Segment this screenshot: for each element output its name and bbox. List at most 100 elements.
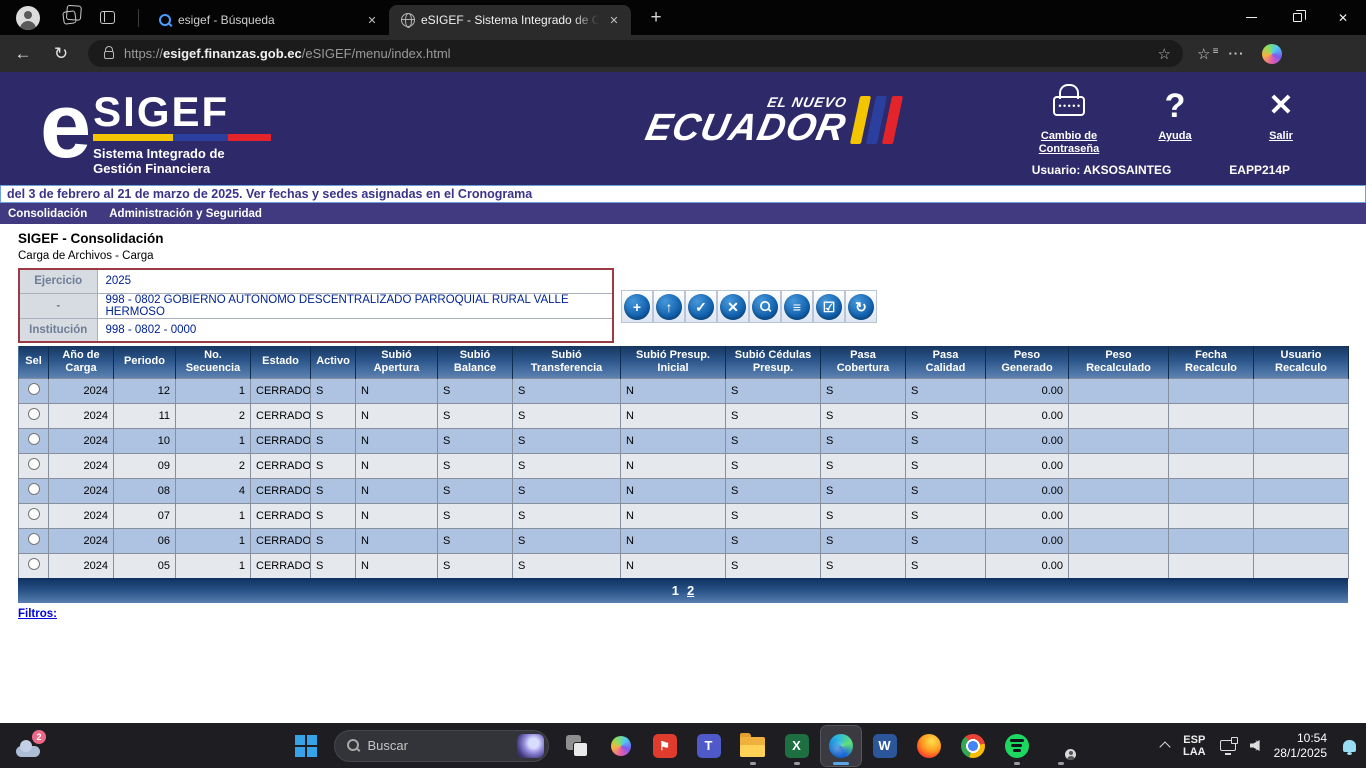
search-highlight-image[interactable]	[517, 734, 544, 758]
delete-file-button[interactable]: ✕	[717, 290, 749, 323]
print-button[interactable]: ≡	[781, 290, 813, 323]
logo-sigef-text: SIGEF	[93, 88, 229, 135]
new-tab-button[interactable]: +	[643, 5, 669, 31]
volume-button[interactable]	[1250, 740, 1260, 751]
task-view-button[interactable]	[557, 726, 597, 766]
tray-time: 10:54	[1297, 731, 1327, 745]
filter-label: Institución	[19, 318, 97, 342]
close-button[interactable]: ✕	[1320, 0, 1366, 35]
filters-link[interactable]: Filtros:	[18, 608, 57, 620]
approve-button[interactable]: ☑	[813, 290, 845, 323]
tab-close-icon[interactable]: ✕	[605, 11, 623, 29]
tab-close-icon[interactable]: ✕	[363, 11, 381, 29]
row-select-radio[interactable]	[28, 433, 40, 445]
favorites-list-icon[interactable]: ☆	[1197, 45, 1210, 63]
workspaces-icon[interactable]	[54, 3, 84, 33]
minimize-button[interactable]	[1228, 0, 1274, 35]
table-row: 2024061CERRADOSNSSNSSS0.00	[19, 528, 1349, 553]
session-terminal: EAPP214P	[1229, 163, 1290, 177]
cell-fecha_recalc	[1169, 378, 1254, 403]
word-button[interactable]: W	[865, 726, 905, 766]
teams-icon: T	[697, 734, 721, 758]
chrome-profile-button[interactable]	[1041, 726, 1081, 766]
el-nuevo-ecuador-logo: EL NUEVO ECUADOR	[642, 94, 903, 146]
refresh-query-button[interactable]: ↻	[845, 290, 877, 323]
network-icon[interactable]	[1220, 740, 1236, 751]
language-indicator[interactable]: ESPLAA	[1183, 734, 1206, 758]
refresh-button[interactable]: ↻	[46, 39, 76, 69]
logout-link[interactable]: ✕ Salir	[1240, 84, 1322, 156]
row-select-radio[interactable]	[28, 458, 40, 470]
table-row: 2024092CERRADOSNSSNSSS0.00	[19, 453, 1349, 478]
table-row: 2024121CERRADOSNSSNSSS0.00	[19, 378, 1349, 403]
cell-calidad: S	[906, 453, 986, 478]
file-explorer-button[interactable]	[733, 726, 773, 766]
upload-file-button[interactable]: ↑	[653, 290, 685, 323]
browser-tab-active[interactable]: eSIGEF - Sistema Integrado de Ge✕	[389, 5, 631, 35]
cell-sel	[19, 428, 49, 453]
restore-button[interactable]	[1274, 0, 1320, 35]
spotify-button[interactable]	[997, 726, 1037, 766]
chrome-button[interactable]	[953, 726, 993, 766]
taskbar-apps: ⚑ T X W	[557, 726, 1081, 766]
announcement-marquee: del 3 de febrero al 21 de marzo de 2025.…	[0, 185, 1366, 203]
tray-chevron-icon[interactable]	[1159, 741, 1170, 752]
vertical-tabs-icon[interactable]	[92, 3, 122, 33]
start-button[interactable]	[286, 726, 326, 766]
copilot-button[interactable]	[601, 726, 641, 766]
excel-button[interactable]: X	[777, 726, 817, 766]
clock[interactable]: 10:5428/1/2025	[1274, 731, 1327, 761]
cell-balance: S	[438, 503, 513, 528]
cell-calidad: S	[906, 478, 986, 503]
taskbar-search[interactable]: Buscar	[334, 730, 549, 762]
firefox-button[interactable]	[909, 726, 949, 766]
create-file-button[interactable]: +	[621, 290, 653, 323]
edge-button[interactable]	[821, 726, 861, 766]
cell-fecha_recalc	[1169, 503, 1254, 528]
notifications-bell-icon[interactable]	[1343, 740, 1356, 752]
edge-icon	[829, 734, 853, 758]
browser-menu-icon[interactable]: ···	[1228, 46, 1244, 61]
widgets-button[interactable]: 2	[16, 733, 46, 759]
running-indicator	[1058, 762, 1064, 765]
cell-cedulas: S	[726, 478, 821, 503]
page-current: 1	[672, 583, 679, 598]
cell-anio: 2024	[49, 453, 114, 478]
esigef-header: e SIGEF Sistema Integrado deGestión Fina…	[0, 72, 1366, 185]
row-select-radio[interactable]	[28, 408, 40, 420]
copilot-icon[interactable]	[1262, 44, 1282, 64]
pdf-button[interactable]: ⚑	[645, 726, 685, 766]
teams-button[interactable]: T	[689, 726, 729, 766]
help-link[interactable]: ? Ayuda	[1134, 84, 1216, 156]
column-header-anio: Año de Carga	[49, 346, 114, 378]
change-password-link[interactable]: ••••• Cambio de Contraseña	[1028, 84, 1110, 156]
favorite-star-icon[interactable]: ☆	[1158, 45, 1171, 63]
validate-file-button[interactable]: ✓	[685, 290, 717, 323]
view-detail-button[interactable]	[749, 290, 781, 323]
row-select-radio[interactable]	[28, 533, 40, 545]
back-button[interactable]: ←	[8, 39, 38, 69]
table-row: 2024112CERRADOSNSSNSSS0.00	[19, 403, 1349, 428]
row-select-radio[interactable]	[28, 508, 40, 520]
cell-balance: S	[438, 378, 513, 403]
filter-value: 2025	[97, 269, 613, 293]
column-header-apertura: Subió Apertura	[356, 346, 438, 378]
menu-item[interactable]: Consolidación	[8, 208, 87, 220]
page-link-2[interactable]: 2	[687, 583, 694, 598]
cell-presup_inicial: N	[621, 528, 726, 553]
secure-lock-icon[interactable]	[104, 51, 114, 59]
window-controls: ✕	[1228, 0, 1366, 35]
browser-profile-avatar[interactable]	[16, 6, 40, 30]
menu-item[interactable]: Administración y Seguridad	[109, 208, 262, 220]
cell-estado: CERRADO	[251, 403, 311, 428]
row-select-radio[interactable]	[28, 558, 40, 570]
cell-peso_recalc	[1069, 553, 1169, 578]
row-select-radio[interactable]	[28, 483, 40, 495]
row-select-radio[interactable]	[28, 383, 40, 395]
browser-tab-inactive[interactable]: esigef - Búsqueda✕	[147, 5, 389, 35]
address-bar[interactable]: https://esigef.finanzas.gob.ec/eSIGEF/me…	[88, 40, 1183, 67]
cell-secuencia: 1	[176, 528, 251, 553]
cell-apertura: N	[356, 403, 438, 428]
column-header-periodo: Periodo	[114, 346, 176, 378]
cell-sel	[19, 453, 49, 478]
